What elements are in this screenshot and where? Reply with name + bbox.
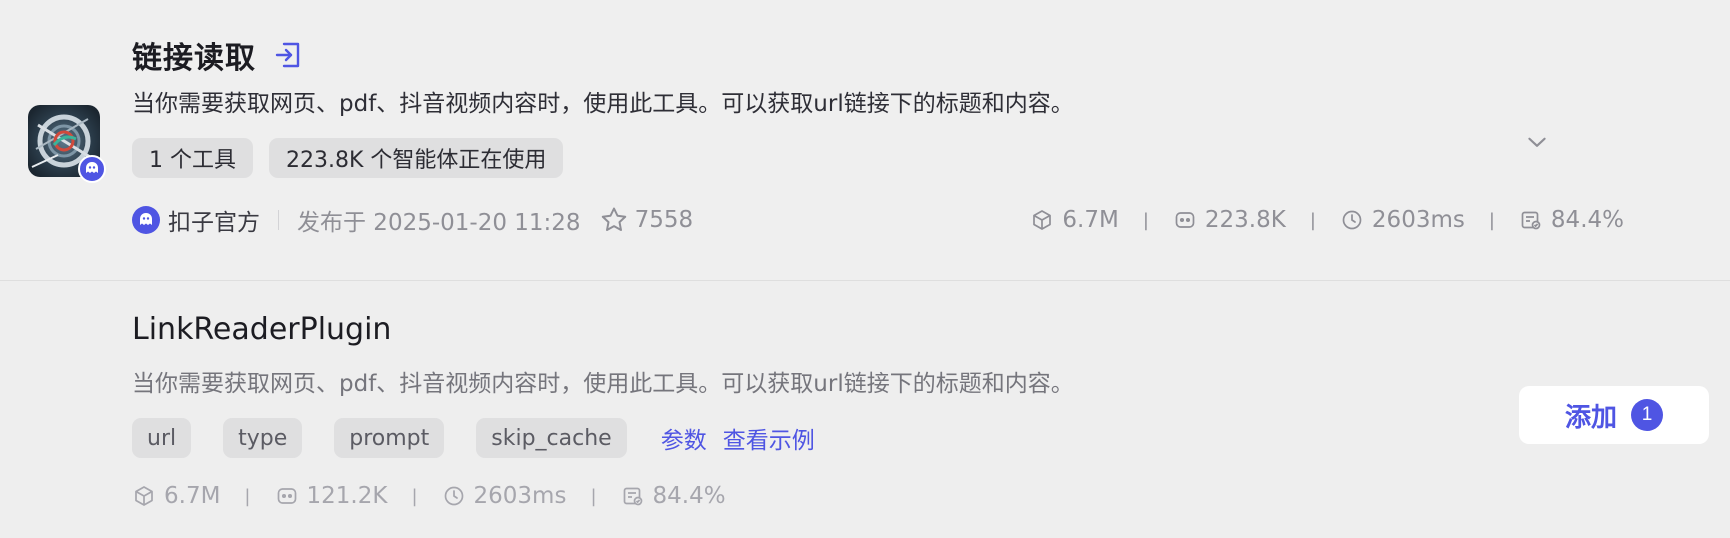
- param-chip: prompt: [334, 418, 445, 458]
- open-in-new-icon[interactable]: [272, 39, 304, 71]
- tool-links: 参数 查看示例: [661, 421, 815, 455]
- param-chip: url: [132, 418, 192, 458]
- view-example-link[interactable]: 查看示例: [723, 421, 815, 455]
- coze-mascot-icon: [132, 206, 160, 234]
- param-chip: type: [223, 418, 303, 458]
- params-link[interactable]: 参数: [661, 421, 707, 455]
- plugin-meta: 扣子官方 发布于 2025-01-20 11:28 7558: [132, 202, 693, 238]
- bot-count-stat: 121.2K: [275, 483, 387, 509]
- stat-divider: |: [411, 485, 418, 507]
- author-name[interactable]: 扣子官方: [168, 203, 260, 237]
- latency-stat: 2603ms: [442, 483, 566, 509]
- tool-stats: 6.7M | 121.2K | 2603ms | 84.4%: [132, 478, 726, 514]
- call-count-stat: 6.7M: [1030, 207, 1119, 233]
- success-rate-icon: [623, 487, 642, 506]
- star-icon[interactable]: [599, 205, 629, 235]
- add-button-label: 添加: [1564, 401, 1617, 432]
- success-rate-stat: 84.4%: [1519, 207, 1624, 233]
- bot-count-stat: 223.8K: [1173, 207, 1286, 233]
- tool-item[interactable]: LinkReaderPlugin 当你需要获取网页、pdf、抖音视频内容时，使用…: [0, 282, 1730, 538]
- publish-date: 发布于 2025-01-20 11:28: [297, 210, 581, 236]
- tool-count-tag: 1 个工具: [132, 138, 253, 178]
- favorite-count: 7558: [634, 207, 694, 233]
- latency-stat: 2603ms: [1340, 207, 1465, 233]
- tool-description: 当你需要获取网页、pdf、抖音视频内容时，使用此工具。可以获取url链接下的标题…: [132, 371, 1074, 397]
- clock-icon: [444, 486, 463, 506]
- tool-name: LinkReaderPlugin: [132, 312, 392, 347]
- plugin-tags: 1 个工具 223.8K 个智能体正在使用: [132, 138, 564, 178]
- usage-count-tag: 223.8K 个智能体正在使用: [269, 138, 564, 178]
- param-chip: skip_cache: [476, 418, 627, 458]
- stat-divider: |: [590, 485, 597, 507]
- add-tool-button[interactable]: 添加 1: [1519, 386, 1709, 444]
- stat-divider: |: [1142, 209, 1149, 231]
- clock-icon: [1342, 210, 1362, 230]
- stat-divider: |: [1309, 209, 1316, 231]
- plugin-description: 当你需要获取网页、pdf、抖音视频内容时，使用此工具。可以获取url链接下的标题…: [132, 91, 1074, 117]
- plugin-title-row: 链接读取: [132, 34, 304, 76]
- plugin-title: 链接读取: [132, 41, 256, 76]
- plugin-card[interactable]: 链接读取 当你需要获取网页、pdf、抖音视频内容时，使用此工具。可以获取url链…: [0, 0, 1730, 281]
- added-count-badge: 1: [1631, 399, 1663, 431]
- plugin-detail-page: 链接读取 当你需要获取网页、pdf、抖音视频内容时，使用此工具。可以获取url链…: [0, 0, 1730, 538]
- bot-icon: [1175, 212, 1195, 228]
- coze-badge-icon: [78, 155, 106, 183]
- stat-divider: |: [244, 485, 251, 507]
- cube-icon: [135, 486, 153, 506]
- call-count-stat: 6.7M: [132, 483, 220, 509]
- plugin-stats: 6.7M | 223.8K | 2603ms | 84.4%: [1030, 202, 1624, 238]
- tool-params: url type prompt skip_cache 参数 查看示例: [132, 418, 815, 458]
- chevron-down-icon[interactable]: [1522, 127, 1552, 157]
- cube-icon: [1033, 210, 1052, 230]
- stat-divider: |: [1488, 209, 1495, 231]
- meta-divider: [278, 210, 279, 230]
- bot-icon: [277, 488, 296, 504]
- success-rate-stat: 84.4%: [621, 483, 726, 509]
- success-rate-icon: [1521, 211, 1541, 230]
